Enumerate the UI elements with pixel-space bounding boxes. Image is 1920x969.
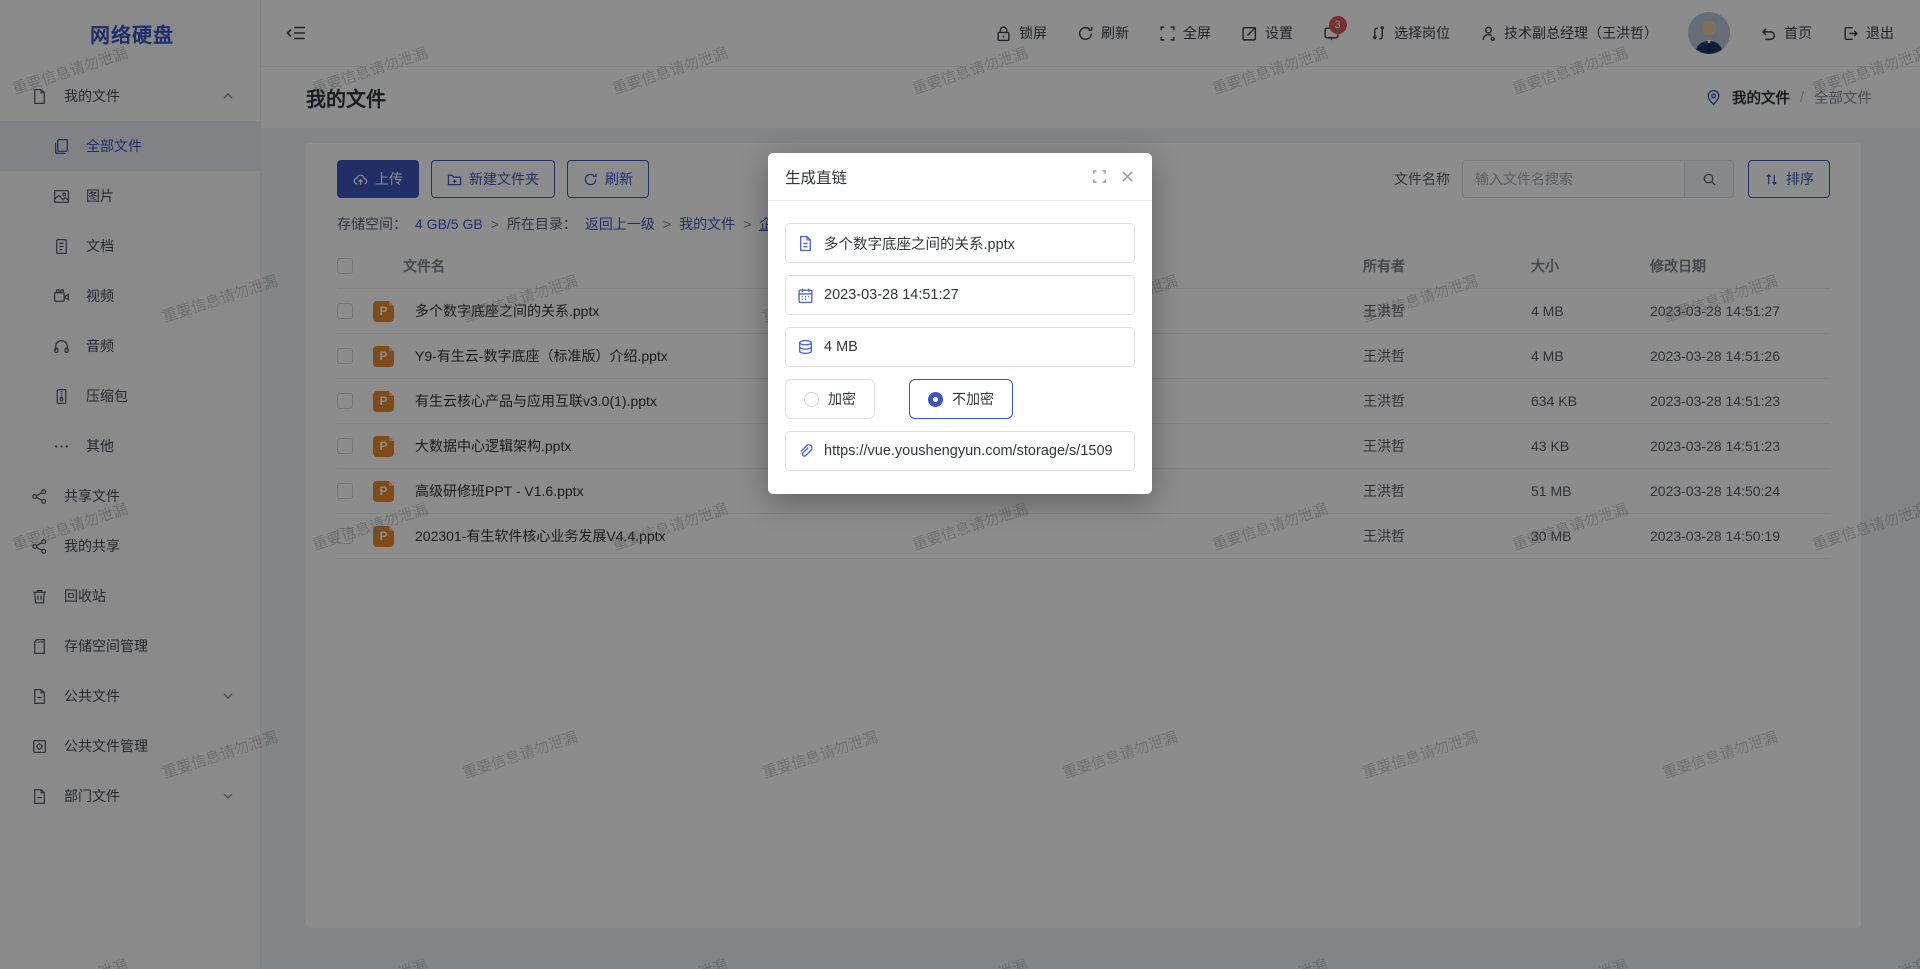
direct-link-value: https://vue.youshengyun.com/storage/s/15… xyxy=(824,443,1113,459)
app-root: 网络硬盘 我的文件 全部文件 图片 xyxy=(0,0,1920,969)
dialog-close-icon[interactable] xyxy=(1120,169,1135,184)
direct-link-field[interactable]: https://vue.youshengyun.com/storage/s/15… xyxy=(785,431,1135,471)
file-name-field: 多个数字底座之间的关系.pptx xyxy=(785,223,1135,263)
file-date-value: 2023-03-28 14:51:27 xyxy=(824,287,959,303)
file-size-value: 4 MB xyxy=(824,339,858,355)
radio-on-icon xyxy=(928,392,943,407)
dialog-body: 多个数字底座之间的关系.pptx 2023-03-28 14:51:27 4 M… xyxy=(768,201,1152,483)
file-date-field: 2023-03-28 14:51:27 xyxy=(785,275,1135,315)
no-encrypt-radio[interactable]: 不加密 xyxy=(909,379,1013,419)
generate-link-dialog: 生成直链 多个数字底座之间的关系.pptx 2023-03-28 14:51:2… xyxy=(768,153,1152,494)
encrypt-radio-group: 加密 不加密 xyxy=(785,379,1135,419)
calendar-icon xyxy=(797,287,814,304)
encrypt-radio[interactable]: 加密 xyxy=(785,379,875,419)
dialog-title: 生成直链 xyxy=(785,166,847,188)
dialog-header: 生成直链 xyxy=(768,153,1152,201)
dialog-fullscreen-icon[interactable] xyxy=(1092,169,1107,184)
database-icon xyxy=(797,339,814,356)
file-icon xyxy=(797,235,814,252)
radio-off-icon xyxy=(804,392,819,407)
file-name-value: 多个数字底座之间的关系.pptx xyxy=(824,233,1015,254)
paperclip-icon xyxy=(797,443,814,460)
file-size-field: 4 MB xyxy=(785,327,1135,367)
